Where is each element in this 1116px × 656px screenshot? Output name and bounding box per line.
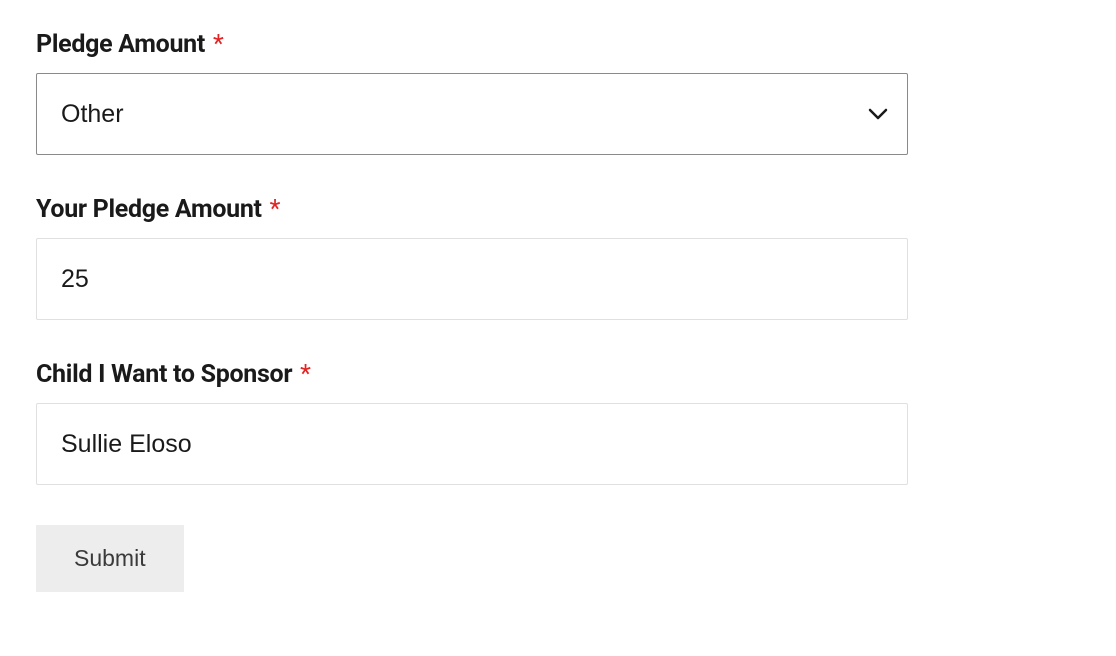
required-asterisk: * (213, 30, 223, 59)
label-text: Child I Want to Sponsor (36, 360, 292, 389)
your-pledge-amount-input[interactable] (36, 238, 908, 320)
submit-button[interactable]: Submit (36, 525, 184, 592)
required-asterisk: * (300, 360, 310, 389)
your-pledge-amount-label: Your Pledge Amount * (36, 195, 1080, 224)
child-to-sponsor-group: Child I Want to Sponsor * (36, 360, 1080, 485)
pledge-amount-group: Pledge Amount * Other (36, 30, 1080, 155)
required-asterisk: * (270, 195, 280, 224)
label-text: Pledge Amount (36, 30, 205, 59)
your-pledge-amount-group: Your Pledge Amount * (36, 195, 1080, 320)
pledge-amount-select[interactable]: Other (36, 73, 908, 155)
pledge-amount-label: Pledge Amount * (36, 30, 1080, 59)
label-text: Your Pledge Amount (36, 195, 262, 224)
child-to-sponsor-input[interactable] (36, 403, 908, 485)
child-to-sponsor-label: Child I Want to Sponsor * (36, 360, 1080, 389)
pledge-amount-select-wrapper: Other (36, 73, 908, 155)
